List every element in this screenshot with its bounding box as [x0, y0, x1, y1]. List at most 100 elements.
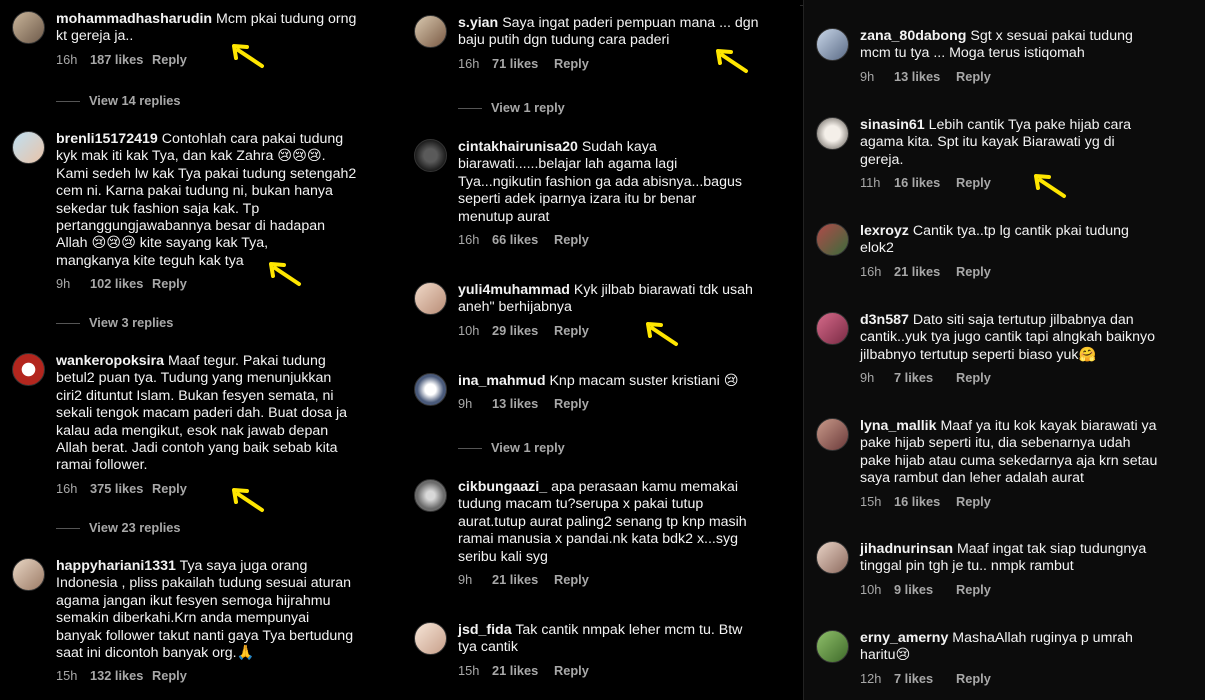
comment-username[interactable]: brenli15172419 [56, 131, 158, 147]
annotation-arrow-icon [1034, 174, 1066, 198]
comment-username[interactable]: lexroyz [860, 223, 909, 239]
user-avatar[interactable] [414, 139, 447, 172]
like-count[interactable]: 16 likes [894, 173, 956, 193]
comment-time: 9h [458, 572, 473, 588]
comment-time: 10h [458, 322, 480, 338]
reply-button[interactable]: Reply [152, 274, 187, 294]
like-count[interactable]: 29 likes [492, 321, 554, 341]
user-avatar[interactable] [816, 541, 849, 574]
divider [56, 101, 80, 103]
view-replies-button[interactable]: View 1 reply [458, 440, 565, 455]
comment-username[interactable]: happyhariani1331 [56, 558, 176, 574]
comment-username[interactable]: ina_mahmud [458, 373, 546, 389]
reply-button[interactable]: Reply [956, 67, 991, 87]
comment-username[interactable]: cintakhairunisa20 [458, 139, 578, 155]
comment-text: Saya ingat paderi pempuan mana ... dgn b… [458, 15, 759, 49]
comment-username[interactable]: sinasin61 [860, 117, 925, 133]
like-count[interactable]: 16 likes [894, 492, 956, 512]
reply-button[interactable]: Reply [554, 394, 589, 414]
like-count[interactable]: 13 likes [492, 394, 554, 414]
user-avatar[interactable] [414, 15, 447, 48]
comment-username[interactable]: jihadnurinsan [860, 541, 953, 557]
reply-button[interactable]: Reply [152, 666, 187, 686]
comment-time: 16h [860, 263, 882, 279]
reply-button[interactable]: Reply [956, 173, 991, 193]
like-count[interactable]: 7 likes [894, 368, 956, 388]
comment-username[interactable]: s.yian [458, 15, 498, 31]
like-count[interactable]: 71 likes [492, 54, 554, 74]
comment-time: 15h [860, 493, 882, 509]
reply-button[interactable]: Reply [554, 230, 589, 250]
comment-time: 9h [860, 68, 875, 84]
like-count[interactable]: 66 likes [492, 230, 554, 250]
comment-username[interactable]: lyna_mallik [860, 418, 937, 434]
like-count[interactable]: 375 likes [90, 479, 152, 499]
reply-button[interactable]: Reply [956, 262, 991, 282]
reply-button[interactable]: Reply [956, 580, 991, 600]
comment-time: 9h [458, 396, 473, 412]
comment-time: 16h [458, 232, 480, 248]
comment-username[interactable]: zana_80dabong [860, 28, 966, 44]
divider [458, 108, 482, 110]
comment-username[interactable]: yuli4muhammad [458, 282, 570, 298]
view-replies-label[interactable]: View 23 replies [89, 520, 181, 535]
comment-username[interactable]: d3n587 [860, 312, 909, 328]
reply-button[interactable]: Reply [554, 661, 589, 681]
annotation-arrow-icon [232, 44, 264, 68]
view-replies-label[interactable]: View 1 reply [491, 100, 565, 115]
user-avatar[interactable] [816, 312, 849, 345]
reply-button[interactable]: Reply [956, 368, 991, 388]
user-avatar[interactable] [816, 117, 849, 150]
view-replies-button[interactable]: View 23 replies [56, 520, 181, 535]
user-avatar[interactable] [816, 418, 849, 451]
reply-button[interactable]: Reply [554, 570, 589, 590]
user-avatar[interactable] [414, 373, 447, 406]
like-count[interactable]: 187 likes [90, 50, 152, 70]
like-count[interactable]: 21 likes [492, 661, 554, 681]
comment-time: 10h [860, 581, 882, 597]
reply-button[interactable]: Reply [956, 669, 991, 689]
comment-username[interactable]: jsd_fida [458, 622, 512, 638]
comment-username[interactable]: erny_amerny [860, 630, 948, 646]
comment-text: Maaf tegur. Pakai tudung betul2 puan tya… [56, 353, 348, 474]
like-count[interactable]: 9 likes [894, 580, 956, 600]
user-avatar[interactable] [414, 622, 447, 655]
comment-text: Knp macam suster kristiani 😢 [549, 373, 739, 389]
view-replies-label[interactable]: View 3 replies [89, 315, 173, 330]
user-avatar[interactable] [12, 353, 45, 386]
like-count[interactable]: 13 likes [894, 67, 956, 87]
divider [56, 528, 80, 530]
like-count[interactable]: 21 likes [492, 570, 554, 590]
reply-button[interactable]: Reply [554, 321, 589, 341]
user-avatar[interactable] [414, 479, 447, 512]
user-avatar[interactable] [12, 558, 45, 591]
view-replies-label[interactable]: View 1 reply [491, 440, 565, 455]
comment-username[interactable]: mohammadhasharudin [56, 11, 212, 27]
comment-time: 12h [860, 670, 882, 686]
user-avatar[interactable] [414, 282, 447, 315]
divider [56, 323, 80, 325]
reply-button[interactable]: Reply [152, 479, 187, 499]
reply-button[interactable]: Reply [554, 54, 589, 74]
comment-username[interactable]: cikbungaazi_ [458, 479, 547, 495]
view-replies-button[interactable]: View 3 replies [56, 315, 173, 330]
user-avatar[interactable] [816, 630, 849, 663]
like-count[interactable]: 7 likes [894, 669, 956, 689]
comment-time: 15h [458, 662, 480, 678]
user-avatar[interactable] [12, 11, 45, 44]
like-count[interactable]: 132 likes [90, 666, 152, 686]
view-replies-button[interactable]: View 1 reply [458, 100, 565, 115]
user-avatar[interactable] [816, 223, 849, 256]
view-replies-button[interactable]: View 14 replies [56, 93, 181, 108]
view-replies-label[interactable]: View 14 replies [89, 93, 181, 108]
user-avatar[interactable] [12, 131, 45, 164]
comment-username[interactable]: wankeropoksira [56, 353, 164, 369]
reply-button[interactable]: Reply [152, 50, 187, 70]
user-avatar[interactable] [816, 28, 849, 61]
annotation-arrow-icon [232, 488, 264, 512]
comments-panel-right: zana_80dabong Sgt x sesuai pakai tudung … [803, 0, 1205, 700]
reply-button[interactable]: Reply [956, 492, 991, 512]
comments-panel-middle: s.yian Saya ingat paderi pempuan mana ..… [402, 0, 800, 700]
like-count[interactable]: 102 likes [90, 274, 152, 294]
like-count[interactable]: 21 likes [894, 262, 956, 282]
